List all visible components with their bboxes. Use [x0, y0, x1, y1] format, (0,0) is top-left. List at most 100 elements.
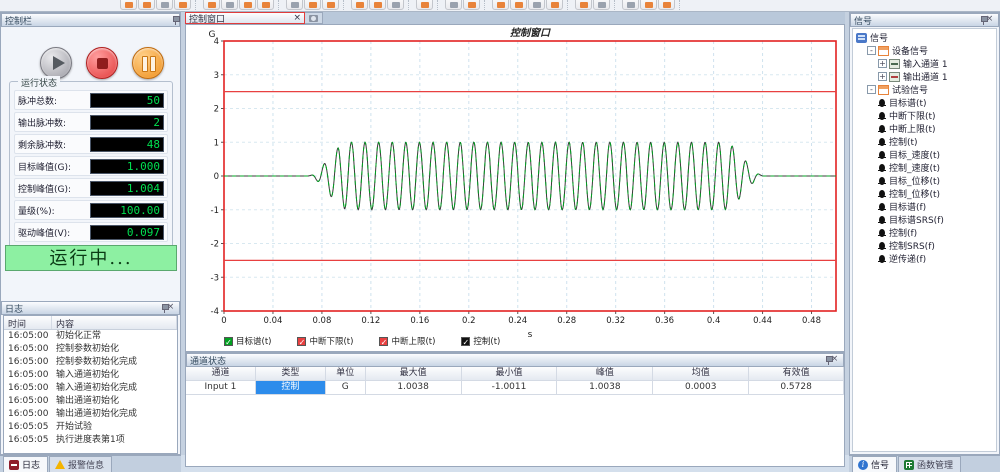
tree-item[interactable]: 中断下限(t) — [853, 109, 996, 122]
toolbar-separator — [567, 0, 572, 12]
tab-close-icon[interactable]: × — [293, 13, 301, 23]
toolbar-icon[interactable] — [286, 0, 303, 10]
toolbar-icon[interactable] — [510, 0, 527, 10]
legend-item[interactable]: ✓控制(t) — [461, 335, 500, 347]
tree-item[interactable]: 控制(t) — [853, 135, 996, 148]
warn-icon — [55, 460, 65, 469]
left-tab[interactable]: 日志 — [3, 456, 48, 472]
log-entry-content: 开始试验 — [52, 421, 96, 434]
tree-item[interactable]: 目标_位移(t) — [853, 174, 996, 187]
toolbar-icon[interactable] — [239, 0, 256, 10]
chart-text: s — [528, 330, 533, 340]
chart-text: 0.32 — [606, 316, 625, 326]
legend-checkbox[interactable]: ✓ — [379, 337, 388, 346]
toolbar-icon[interactable] — [138, 0, 155, 10]
channel-col-header: 均值 — [653, 367, 749, 381]
toolbar-icon[interactable] — [575, 0, 592, 10]
legend-item[interactable]: ✓中断上限(t) — [379, 335, 435, 347]
toolbar-icon[interactable] — [322, 0, 339, 10]
signal-icon — [878, 202, 886, 212]
channel-col-header: 峰值 — [557, 367, 653, 381]
toolbar-icon[interactable] — [528, 0, 545, 10]
output-channel-icon — [889, 72, 900, 82]
toolbar-icon[interactable] — [658, 0, 675, 10]
chart-text: 0.48 — [802, 316, 821, 326]
toolbar-icon[interactable] — [593, 0, 610, 10]
toolbar-icon[interactable] — [492, 0, 509, 10]
tree-item[interactable]: -设备信号 — [853, 44, 996, 57]
tree-item-label: 试验信号 — [892, 83, 928, 96]
status-field-label: 输出脉冲数: — [18, 116, 90, 129]
expand-icon[interactable]: + — [878, 72, 887, 81]
right-tab[interactable]: i信号 — [852, 456, 897, 472]
toolbar-icon[interactable] — [416, 0, 433, 10]
signal-icon — [878, 98, 886, 108]
tab-control-window[interactable]: 控制窗口 × — [185, 12, 305, 24]
toolbar-icon[interactable] — [369, 0, 386, 10]
legend-checkbox[interactable]: ✓ — [224, 337, 233, 346]
signal-icon — [878, 111, 886, 121]
pause-button[interactable] — [132, 47, 164, 79]
channel-col-header: 最小值 — [462, 367, 558, 381]
tree-item-label: 控制_位移(t) — [889, 187, 940, 200]
chart-text: -3 — [211, 273, 219, 283]
toolbar-icon[interactable] — [351, 0, 368, 10]
legend-item[interactable]: ✓目标谱(t) — [224, 335, 271, 347]
tree-item[interactable]: 控制(f) — [853, 226, 996, 239]
status-field-row: 目标峰值(G):1.000 — [14, 156, 168, 176]
stop-button[interactable] — [86, 47, 118, 79]
tree-item[interactable]: 逆传递(f) — [853, 252, 996, 265]
tree-item[interactable]: 中断上限(t) — [853, 122, 996, 135]
toolbar-icon[interactable] — [622, 0, 639, 10]
expand-icon[interactable]: + — [878, 59, 887, 68]
toolbar-icon[interactable] — [304, 0, 321, 10]
toolbar-icon[interactable] — [546, 0, 563, 10]
log-entry: 16:05:00控制参数初始化完成 — [4, 356, 177, 369]
toolbar-icon[interactable] — [120, 0, 137, 10]
tree-item[interactable]: 控制_位移(t) — [853, 187, 996, 200]
chart-text: 2 — [214, 105, 219, 115]
toolbar-icon[interactable] — [640, 0, 657, 10]
toolbar-icon[interactable] — [257, 0, 274, 10]
tree-item[interactable]: + 输入通道 1 — [853, 57, 996, 70]
chart-text: 1 — [214, 138, 219, 148]
tree-item[interactable]: 控制_速度(t) — [853, 161, 996, 174]
chart-plot-area[interactable]: 控制窗口Gs00.040.080.120.160.20.240.280.320.… — [186, 25, 844, 354]
toolbar-icon[interactable] — [463, 0, 480, 10]
signal-icon — [878, 228, 886, 238]
toolbar-icon[interactable] — [387, 0, 404, 10]
tree-item[interactable]: 目标谱(f) — [853, 200, 996, 213]
tab-new-window[interactable] — [305, 12, 323, 24]
tree-item[interactable]: 目标谱(t) — [853, 96, 996, 109]
tree-item-label: 目标_位移(t) — [889, 174, 940, 187]
collapse-icon[interactable]: - — [867, 46, 876, 55]
tree-item-label: 输出通道 1 — [903, 70, 948, 83]
toolbar-icon[interactable] — [174, 0, 191, 10]
right-bottom-tabstrip: i信号函数管理 — [849, 455, 1000, 472]
tree-item[interactable]: 控制SRS(f) — [853, 239, 996, 252]
channel-row[interactable]: Input 1控制G1.0038-1.00111.00380.00030.572… — [186, 381, 844, 395]
legend-item[interactable]: ✓中断下限(t) — [297, 335, 353, 347]
toolbar-icon[interactable] — [203, 0, 220, 10]
tab-control-window-label: 控制窗口 — [189, 12, 293, 25]
tree-item[interactable]: 目标_速度(t) — [853, 148, 996, 161]
tree-item[interactable]: - 试验信号 — [853, 83, 996, 96]
tree-item-label: 目标谱(f) — [889, 200, 926, 213]
right-tab-label: 信号 — [871, 458, 889, 471]
toolbar-icon[interactable] — [221, 0, 238, 10]
tree-item[interactable]: 目标谱SRS(f) — [853, 213, 996, 226]
start-button[interactable] — [40, 47, 72, 79]
toolbar-icon[interactable] — [445, 0, 462, 10]
tree-item[interactable]: + 输出通道 1 — [853, 70, 996, 83]
tree-item-label: 输入通道 1 — [903, 57, 948, 70]
legend-checkbox[interactable]: ✓ — [461, 337, 470, 346]
collapse-icon[interactable]: - — [867, 85, 876, 94]
tree-item[interactable]: 信号 — [853, 31, 996, 44]
legend-checkbox[interactable]: ✓ — [297, 337, 306, 346]
left-tab[interactable]: 报警信息 — [49, 456, 112, 472]
toolbar-icon[interactable] — [156, 0, 173, 10]
signal-icon — [878, 241, 886, 251]
chart-svg: 控制窗口Gs00.040.080.120.160.20.240.280.320.… — [186, 25, 844, 351]
right-tab[interactable]: 函数管理 — [898, 456, 961, 472]
log-entry-time: 16:05:00 — [4, 395, 52, 408]
